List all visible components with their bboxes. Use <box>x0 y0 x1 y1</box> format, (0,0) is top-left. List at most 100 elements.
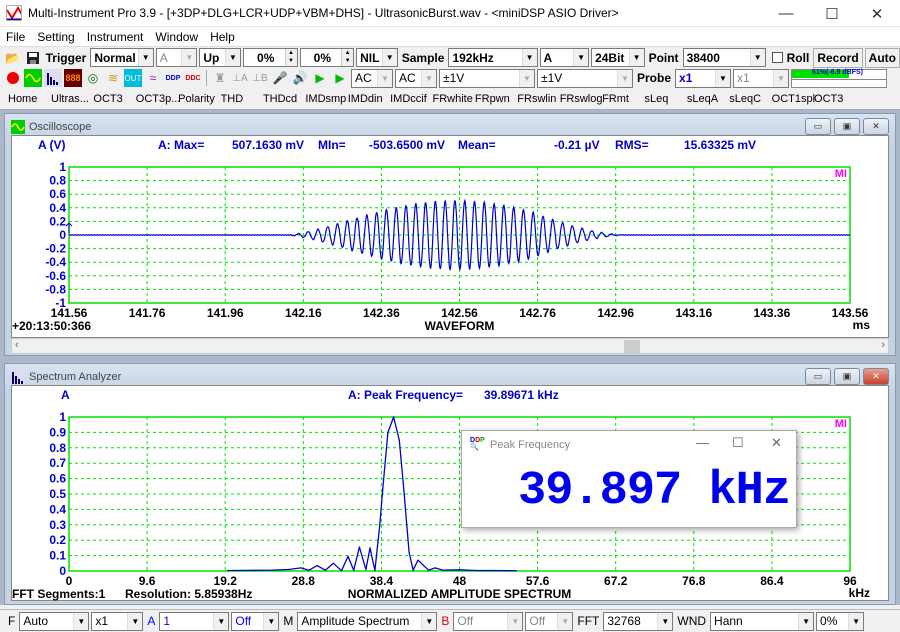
minimize-button[interactable]: — <box>763 0 809 27</box>
oscilloscope-chart[interactable]: A (V) A: Max= 507.1630 mV MIn= -503.6500 mV M… <box>12 136 890 339</box>
oscilloscope-icon[interactable] <box>24 69 42 87</box>
horizontal-scrollbar[interactable]: ‹ › <box>11 338 889 354</box>
play-loop-icon[interactable]: ▶ <box>331 69 349 87</box>
chevron-down-icon: ▼ <box>573 49 589 66</box>
trigger-channel-select[interactable]: A ▼ <box>155 48 198 67</box>
signal-generator-icon[interactable]: ≋ <box>104 69 122 87</box>
coupling-a-select[interactable]: AC ▼ <box>351 68 393 88</box>
spectrum-analyzer-icon[interactable] <box>44 69 62 87</box>
phase-plot-icon[interactable]: ◎ <box>84 69 102 87</box>
stand-icon[interactable]: ♜ <box>211 69 229 87</box>
freq-mult-select[interactable]: x1 ▼ <box>91 611 144 631</box>
shortcut-frpwn[interactable]: FRpwn <box>475 93 517 105</box>
osc-restore-button[interactable]: ▣ <box>834 118 860 135</box>
probe-a-select[interactable]: x1 ▼ <box>675 68 732 88</box>
x-tick-label: 143.16 <box>675 306 712 320</box>
popup-maximize-button[interactable]: ☐ <box>732 435 744 451</box>
points-select[interactable]: 38400 ▼ <box>682 48 766 67</box>
popup-titlebar[interactable]: DDP 🔍 Peak Frequency — ☐ ✕ <box>462 431 796 459</box>
osc-close-button[interactable]: ✕ <box>863 118 889 135</box>
osc-minimize-button[interactable]: ▭ <box>805 118 831 135</box>
shortcut-frswlog[interactable]: FRswlog <box>560 93 603 105</box>
shortcut-frswlin[interactable]: FRswlin <box>517 93 559 105</box>
channel-select[interactable]: A ▼ <box>539 48 590 67</box>
ground-b-icon[interactable]: ⊥B <box>251 69 269 87</box>
shortcut-polarity[interactable]: Polarity <box>178 93 220 105</box>
shortcut-oct3[interactable]: OCT3 <box>814 93 856 105</box>
spin-arrows-icon[interactable]: ▲ ▼ <box>341 49 354 66</box>
shortcut-sleqc[interactable]: sLeqC <box>729 93 771 105</box>
multimeter-icon[interactable]: 888 <box>64 69 82 87</box>
overlap-select[interactable]: 0% ▼ <box>816 611 865 631</box>
menu-instrument[interactable]: Instrument <box>81 30 150 44</box>
spec-restore-button[interactable]: ▣ <box>834 368 860 385</box>
shortcut-sleq[interactable]: sLeq <box>644 93 686 105</box>
shortcut-imddin[interactable]: IMDdin <box>348 93 390 105</box>
microphone-icon[interactable]: 🎤 <box>271 69 289 87</box>
scrollbar-thumb[interactable] <box>624 340 640 353</box>
shortcut-frmt[interactable]: FRmt <box>602 93 644 105</box>
popup-close-button[interactable]: ✕ <box>771 435 782 451</box>
roll-checkbox[interactable] <box>771 52 783 63</box>
spec-minimize-button[interactable]: ▭ <box>805 368 831 385</box>
shortcut-ultras[interactable]: Ultras... <box>51 93 93 105</box>
play-icon[interactable]: ▶ <box>311 69 329 87</box>
sample-rate-select[interactable]: 192kHz ▼ <box>448 48 538 67</box>
open-folder-icon[interactable]: 📂 <box>4 49 22 67</box>
shortcut-home[interactable]: Home <box>8 93 51 105</box>
spec-close-button[interactable]: ✕ <box>863 368 889 385</box>
spectrum-point <box>300 567 302 569</box>
spin-arrows-icon[interactable]: ▲ ▼ <box>284 49 297 66</box>
dds-output-icon[interactable]: OUT <box>124 69 142 87</box>
peak-label: A: Peak Frequency= <box>348 388 463 402</box>
bit-depth-value: 24Bit <box>595 50 625 65</box>
menu-help[interactable]: Help <box>204 30 241 44</box>
sweep-icon[interactable]: ≈ <box>144 69 162 87</box>
shortcut-imdccif[interactable]: IMDccif <box>390 93 432 105</box>
nil-select[interactable]: NIL ▼ <box>356 48 398 67</box>
menu-setting[interactable]: Setting <box>31 30 80 44</box>
menu-window[interactable]: Window <box>149 30 204 44</box>
popup-minimize-button[interactable]: — <box>696 435 709 450</box>
range-a-select[interactable]: ±1V ▼ <box>439 68 535 88</box>
maximize-button[interactable]: ☐ <box>809 0 855 27</box>
ground-a-icon[interactable]: ⊥A <box>231 69 249 87</box>
shortcut-oct3[interactable]: OCT3 <box>93 93 135 105</box>
menu-file[interactable]: File <box>0 30 31 44</box>
shortcut-oct1spl[interactable]: OCT1spl <box>772 93 815 105</box>
probe-b-select[interactable]: x1 ▼ <box>733 68 790 88</box>
a-mode-select[interactable]: Off ▼ <box>231 611 280 631</box>
ddp-viewer-icon[interactable]: DDP <box>164 69 182 87</box>
trigger-mode-select[interactable]: Normal ▼ <box>90 48 154 67</box>
window-function-select[interactable]: Hann ▼ <box>710 611 815 631</box>
scroll-right-icon[interactable]: › <box>881 339 885 351</box>
x-tick-label: 0 <box>66 574 73 588</box>
a-value-select[interactable]: 1 ▼ <box>159 611 230 631</box>
ddc-icon[interactable]: DDC <box>184 69 202 87</box>
auto-button[interactable]: Auto <box>864 47 900 68</box>
y-tick-label: 1 <box>59 410 66 424</box>
shortcut-thdcd[interactable]: THDcd <box>263 93 305 105</box>
record-dot-icon[interactable] <box>4 69 22 87</box>
shortcut-imdsmp[interactable]: IMDsmp <box>305 93 347 105</box>
fft-size-select[interactable]: 32768 ▼ <box>603 611 674 631</box>
trigger-level-spinner[interactable]: 0% ▲ ▼ <box>242 48 298 67</box>
trigger-edge-select[interactable]: Up ▼ <box>199 48 241 67</box>
measure-select[interactable]: Amplitude Spectrum ▼ <box>297 611 438 631</box>
range-b-select[interactable]: ±1V ▼ <box>537 68 633 88</box>
close-button[interactable]: ✕ <box>854 0 900 27</box>
shortcut-sleqa[interactable]: sLeqA <box>687 93 729 105</box>
scroll-left-icon[interactable]: ‹ <box>15 339 19 351</box>
shortcut-oct3p[interactable]: OCT3p... <box>136 93 181 105</box>
shortcut-thd[interactable]: THD <box>221 93 263 105</box>
speaker-icon[interactable]: 🔊 <box>291 69 309 87</box>
shortcut-frwhite[interactable]: FRwhite <box>433 93 475 105</box>
b-mode-select[interactable]: Off ▼ <box>525 611 574 631</box>
save-icon[interactable] <box>24 49 42 67</box>
trigger-delay-spinner[interactable]: 0% ▲ ▼ <box>299 48 355 67</box>
record-button[interactable]: Record <box>813 47 863 68</box>
b-value-select[interactable]: Off ▼ <box>453 611 524 631</box>
freq-mode-select[interactable]: Auto ▼ <box>19 611 90 631</box>
bit-depth-select[interactable]: 24Bit ▼ <box>591 48 645 67</box>
coupling-b-select[interactable]: AC ▼ <box>395 68 437 88</box>
